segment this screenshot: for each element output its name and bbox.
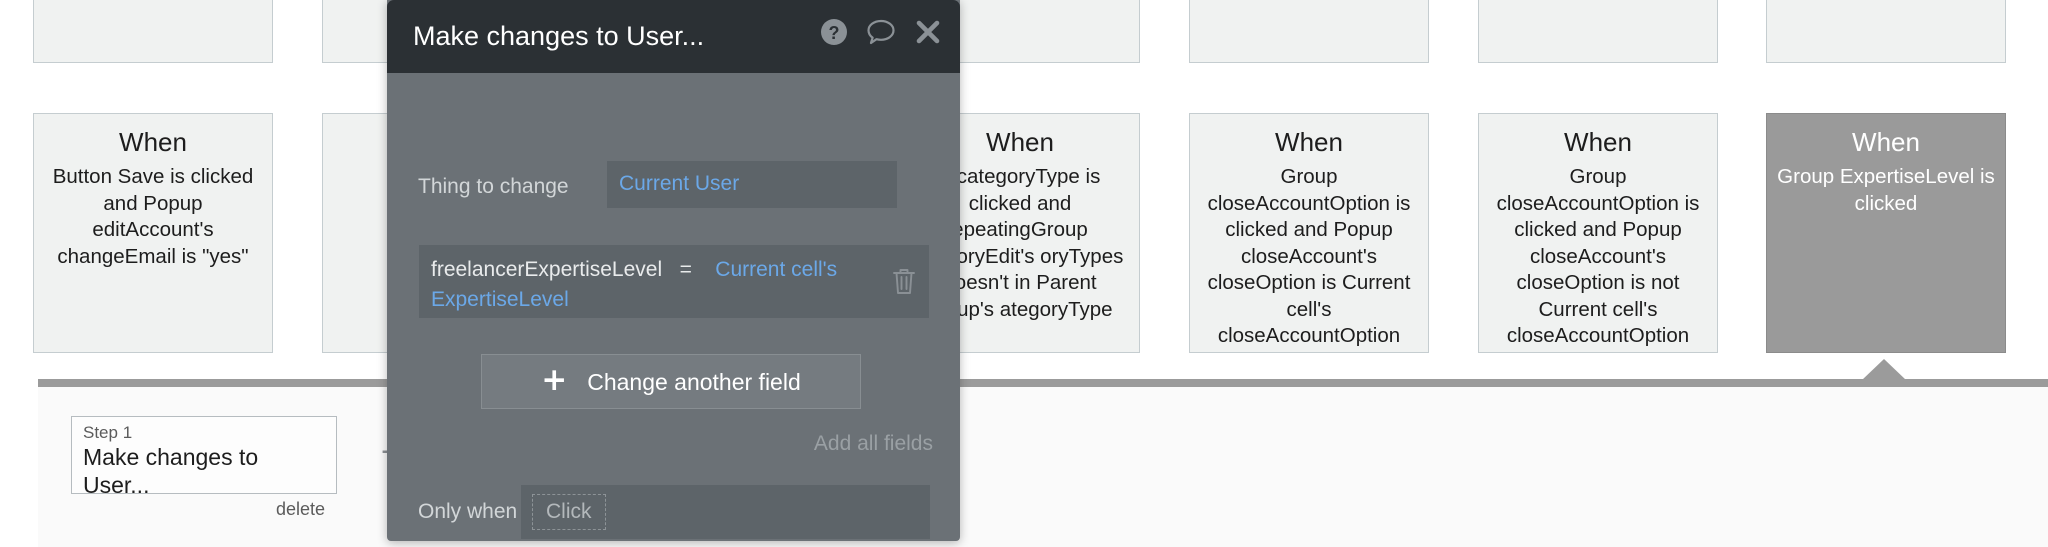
dialog-header-icons: ? <box>820 18 942 46</box>
dialog-body: Thing to change Current User freelancerE… <box>387 73 960 541</box>
event-card-when: When <box>1200 122 1418 162</box>
field-operator: = <box>680 258 692 281</box>
dialog-title: Make changes to User... <box>413 17 704 55</box>
event-card-description: Group closeAccountOption is clicked and … <box>1200 164 1418 350</box>
step-title: Make changes to User... <box>83 443 325 499</box>
event-card-top-partial[interactable] <box>1766 0 2006 63</box>
only-when-label: Only when <box>418 498 517 526</box>
action-sequence-panel: Step 1 Make changes to User... delete → <box>38 379 2048 547</box>
event-card[interactable]: When Button Save is clicked and Popup ed… <box>33 113 273 353</box>
event-card-when: When <box>1777 122 1995 162</box>
event-card-when: When <box>1489 122 1707 162</box>
plus-icon: + <box>541 365 567 396</box>
thing-to-change-input[interactable]: Current User <box>607 161 897 208</box>
change-another-field-label: Change another field <box>587 368 801 396</box>
thing-to-change-label: Thing to change <box>418 173 569 201</box>
workflow-step-1[interactable]: Step 1 Make changes to User... delete <box>71 416 337 494</box>
event-card-selected[interactable]: When Group ExpertiseLevel is clicked <box>1766 113 2006 353</box>
trash-icon[interactable] <box>891 266 917 296</box>
workflow-canvas: When Button Save is clicked and Popup ed… <box>0 0 2048 547</box>
event-card[interactable]: When Group closeAccountOption is clicked… <box>1189 113 1429 353</box>
step-number-label: Step 1 <box>83 422 325 444</box>
field-name: freelancerExpertiseLevel <box>431 258 662 281</box>
event-card-description: Group closeAccountOption is clicked and … <box>1489 164 1707 350</box>
comment-icon[interactable] <box>867 18 895 46</box>
svg-text:?: ? <box>829 23 840 43</box>
event-card-top-partial[interactable] <box>1189 0 1429 63</box>
event-card-top-partial[interactable] <box>33 0 273 63</box>
only-when-placeholder: Click <box>532 494 606 530</box>
event-card-top-partial[interactable] <box>1478 0 1718 63</box>
make-changes-dialog: Make changes to User... ? Thing to cha <box>387 0 960 541</box>
help-icon[interactable]: ? <box>820 18 848 46</box>
change-another-field-button[interactable]: + Change another field <box>481 354 861 409</box>
step-delete-link[interactable]: delete <box>83 498 325 520</box>
event-card-description: Button Save is clicked and Popup editAcc… <box>44 164 262 270</box>
dialog-header: Make changes to User... ? <box>387 0 960 73</box>
only-when-input[interactable]: Click <box>521 485 930 539</box>
close-icon[interactable] <box>914 18 942 46</box>
add-all-fields-link[interactable]: Add all fields <box>814 431 933 457</box>
event-card-when: When <box>44 122 262 162</box>
event-card[interactable]: When Group closeAccountOption is clicked… <box>1478 113 1718 353</box>
field-change-row: freelancerExpertiseLevel = Current cell'… <box>419 245 929 318</box>
field-expression[interactable]: freelancerExpertiseLevel = Current cell'… <box>431 255 871 315</box>
event-card-description: Group ExpertiseLevel is clicked <box>1777 164 1995 217</box>
selected-card-pointer <box>1862 359 1906 380</box>
